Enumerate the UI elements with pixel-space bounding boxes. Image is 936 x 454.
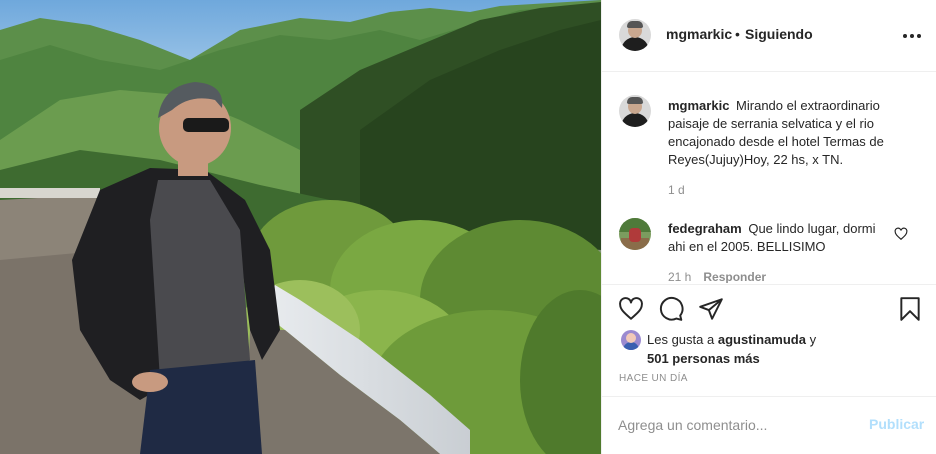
mountain-landscape-photo xyxy=(0,0,601,454)
more-horizontal-icon[interactable] xyxy=(903,28,921,44)
caption-time: 1 d xyxy=(668,183,685,197)
following-button[interactable]: Siguiendo xyxy=(745,26,813,42)
liker-avatar[interactable] xyxy=(621,330,641,350)
post-photo[interactable] xyxy=(0,0,601,454)
paper-plane-icon[interactable] xyxy=(698,296,724,322)
post-details-panel: mgmarkic • Siguiendo mgmarkic Mirando el… xyxy=(601,0,936,454)
comment-bubble-icon[interactable] xyxy=(658,296,684,322)
liker-username[interactable]: agustinamuda xyxy=(718,332,806,347)
separator-dot: • xyxy=(735,26,740,42)
author-username[interactable]: mgmarkic xyxy=(666,26,732,42)
post-timestamp[interactable]: HACE UN DÍA xyxy=(619,373,688,384)
likes-others-count[interactable]: 501 personas más xyxy=(647,351,760,366)
author-avatar[interactable] xyxy=(619,19,651,51)
likes-conjunction: y xyxy=(809,332,817,347)
add-comment-bar: Publicar xyxy=(602,396,936,454)
bookmark-icon[interactable] xyxy=(897,296,923,322)
post-header: mgmarkic • Siguiendo xyxy=(602,0,936,72)
heart-outline-icon[interactable] xyxy=(618,296,644,322)
likes-prefix: Les gusta a xyxy=(647,332,715,347)
reply-button[interactable]: Responder xyxy=(703,270,766,283)
comment-like-heart-icon[interactable] xyxy=(894,227,908,241)
comment-time: 21 h xyxy=(668,270,692,283)
caption-username[interactable]: mgmarkic xyxy=(668,98,729,113)
commenter-avatar[interactable] xyxy=(619,218,651,250)
comment: fedegraham Que lindo lugar, dormi ahi en… xyxy=(668,220,893,256)
likes-summary[interactable]: Les gusta a agustinamuda y 501 personas … xyxy=(602,326,936,370)
publish-button[interactable]: Publicar xyxy=(869,416,924,432)
comment-input[interactable] xyxy=(618,415,848,435)
comments-section[interactable]: mgmarkic Mirando el extraordinario paisa… xyxy=(602,73,936,283)
comment-meta: 21 h Responder xyxy=(668,270,766,283)
post-caption: mgmarkic Mirando el extraordinario paisa… xyxy=(668,97,918,169)
likes-text: Les gusta a agustinamuda y 501 personas … xyxy=(647,330,907,368)
comment-username[interactable]: fedegraham xyxy=(668,221,742,236)
action-bar xyxy=(602,284,936,332)
caption-author-avatar[interactable] xyxy=(619,95,651,127)
